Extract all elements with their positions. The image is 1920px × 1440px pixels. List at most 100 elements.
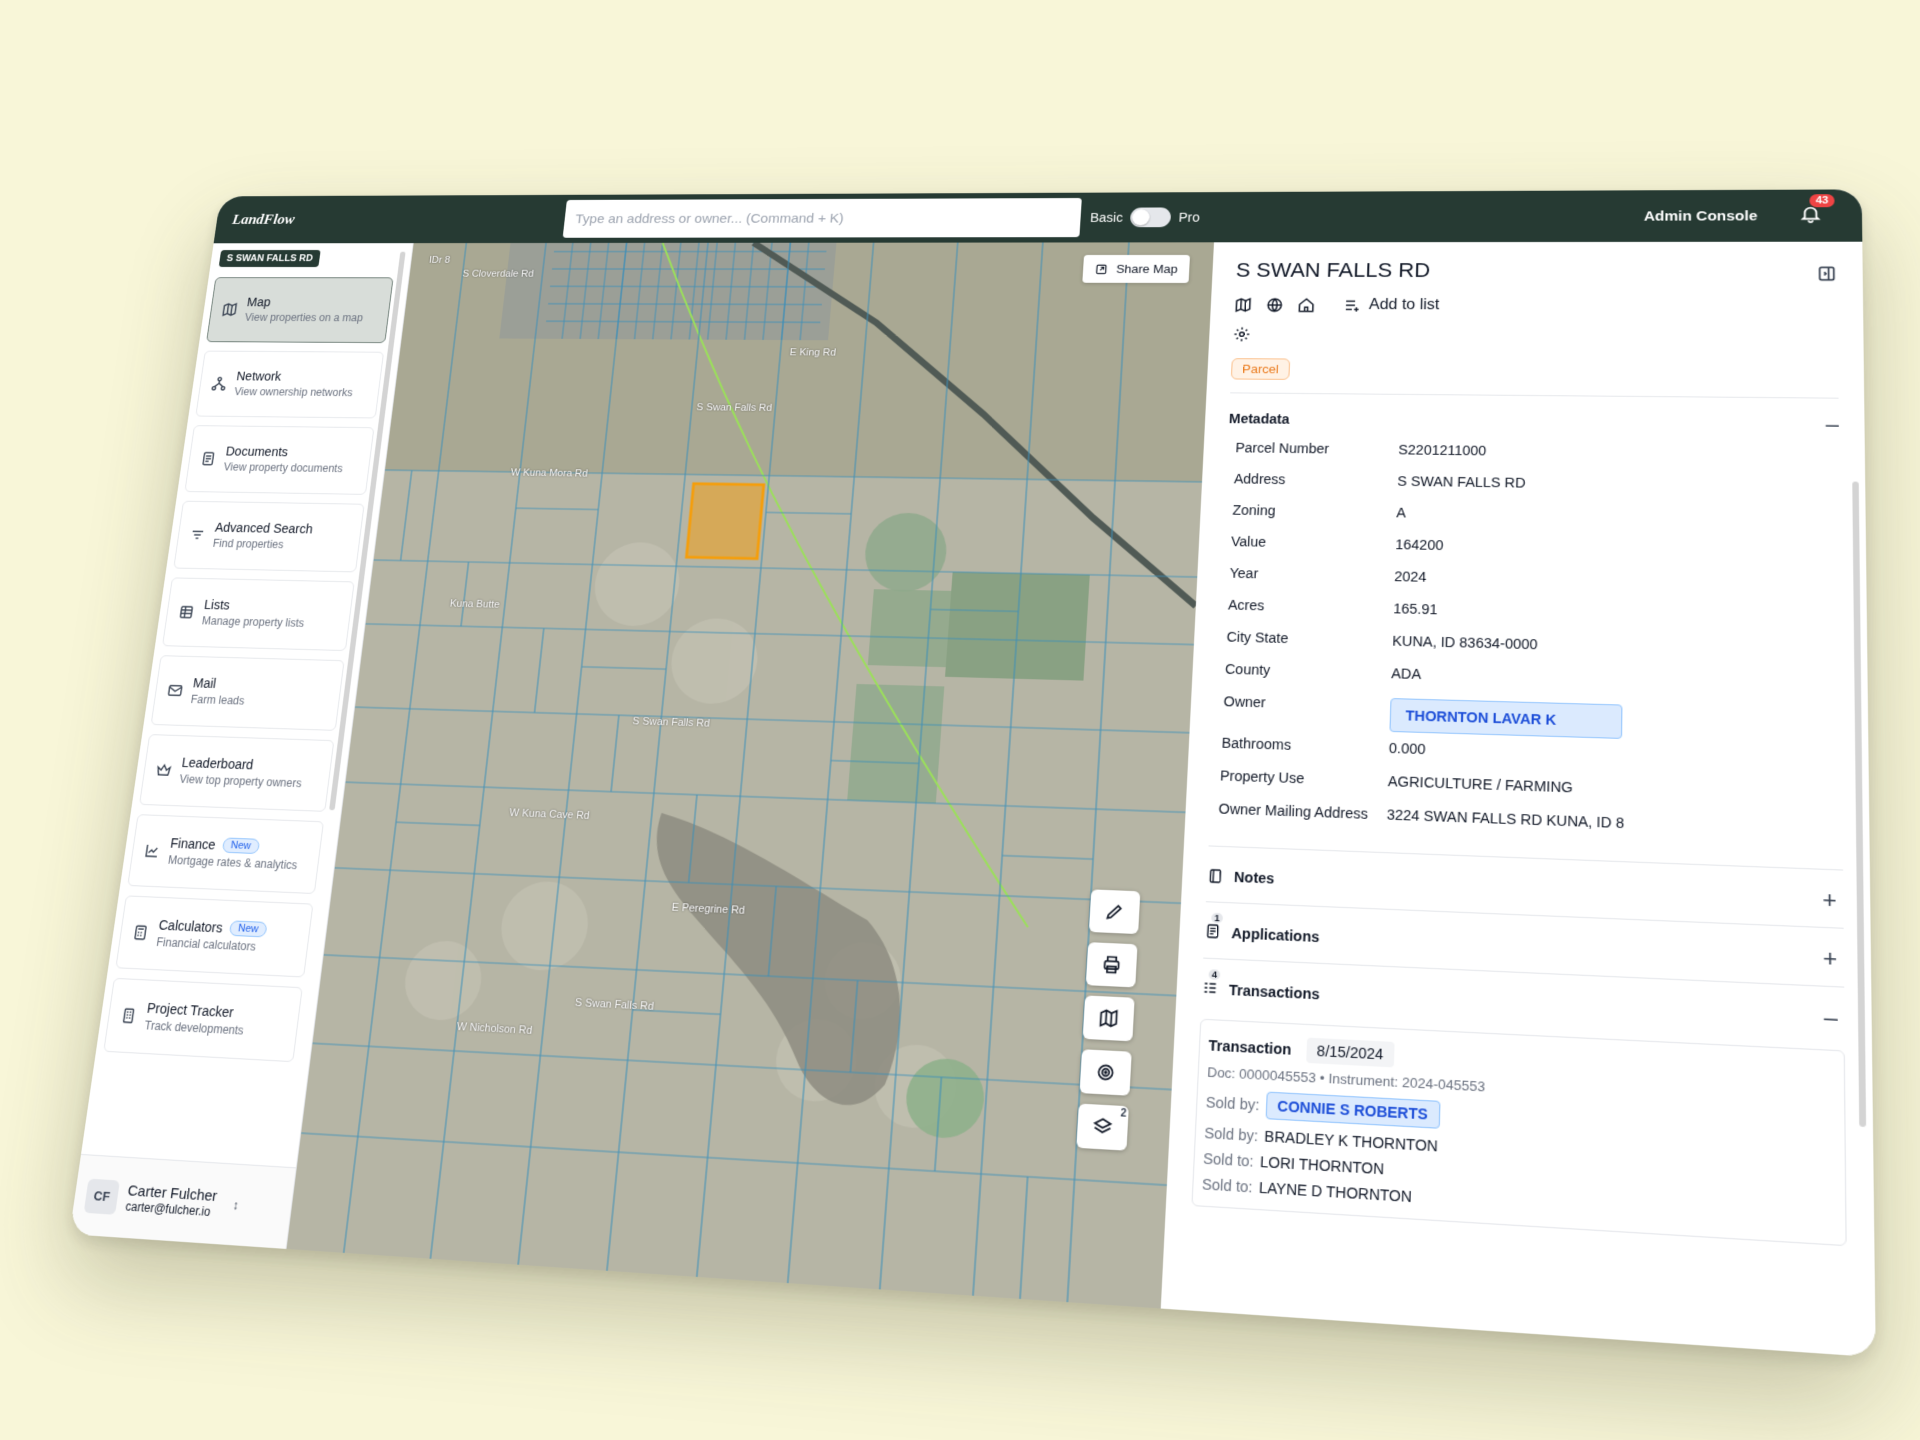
basemap-button[interactable] xyxy=(1083,995,1135,1041)
sidebar-item-subtitle: Find properties xyxy=(212,537,311,552)
notifications-button[interactable]: 43 xyxy=(1799,203,1826,227)
expand-plus-icon[interactable]: + xyxy=(1822,887,1837,915)
add-to-list-label: Add to list xyxy=(1369,297,1440,314)
sidebar-item-documents[interactable]: Documents View property documents xyxy=(184,425,374,495)
sidebar-item-subtitle: Manage property lists xyxy=(201,614,305,630)
parcel-type-badge: Parcel xyxy=(1231,358,1290,380)
sidebar-item-lists[interactable]: Lists Manage property lists xyxy=(162,577,355,651)
scene: LandFlow Basic Pro Admin Console 43 S SW… xyxy=(0,0,1920,1440)
sidebar-item-subtitle: View property documents xyxy=(223,461,344,476)
sidebar-item-finance[interactable]: Finance New Mortgage rates & analytics xyxy=(127,814,324,894)
location-chip[interactable]: S SWAN FALLS RD xyxy=(219,250,321,267)
sidebar-item-title: Mail xyxy=(192,675,248,691)
sidebar-item-subtitle: Financial calculators xyxy=(155,935,265,955)
app-logo[interactable]: LandFlow xyxy=(216,210,566,228)
sidebar-item-title: Finance xyxy=(169,835,216,852)
avatar: CF xyxy=(84,1178,120,1214)
draw-tool-button[interactable] xyxy=(1089,889,1141,934)
sidebar-item-subtitle: View properties on a map xyxy=(244,311,364,324)
transactions-count: 4 xyxy=(1208,969,1220,980)
top-bar: LandFlow Basic Pro Admin Console 43 xyxy=(214,189,1863,243)
sidebar-item-title: Calculators xyxy=(158,917,224,935)
applications-title: 1 Applications xyxy=(1204,922,1320,947)
network-icon xyxy=(210,376,228,392)
panel-scrollbar[interactable] xyxy=(1852,482,1866,1128)
seller-link[interactable]: CONNIE S ROBERTS xyxy=(1265,1092,1440,1129)
sidebar-item-advanced-search[interactable]: Advanced Search Find properties xyxy=(173,501,364,573)
document-icon xyxy=(1204,922,1221,939)
add-to-list-button[interactable]: Add to list xyxy=(1343,297,1440,314)
admin-console-link[interactable]: Admin Console xyxy=(1644,208,1758,224)
sidebar-item-title: Map xyxy=(246,295,366,309)
road-label: S Swan Falls Rd xyxy=(632,716,710,730)
chart-icon xyxy=(143,842,162,860)
metadata-key: Address xyxy=(1226,471,1398,489)
metadata-key: City State xyxy=(1218,629,1392,649)
sidebar-item-calculators[interactable]: Calculators New Financial calculators xyxy=(115,895,313,977)
sidebar-item-subtitle: Mortgage rates & analytics xyxy=(167,853,298,873)
mode-toggle[interactable] xyxy=(1130,207,1172,227)
print-button[interactable] xyxy=(1086,942,1138,987)
expand-plus-icon[interactable]: + xyxy=(1823,945,1838,973)
user-menu[interactable]: CF Carter Fulcher carter@fulcher.io ↕ xyxy=(69,1154,295,1249)
layers-count: 2 xyxy=(1120,1108,1126,1120)
target-icon xyxy=(1095,1061,1117,1083)
share-map-button[interactable]: Share Map xyxy=(1083,255,1190,283)
sidebar-item-subtitle: View top property owners xyxy=(179,772,303,790)
sidebar-item-title: Advanced Search xyxy=(214,520,313,536)
search-box[interactable] xyxy=(563,198,1082,238)
road-label: S Cloverdale Rd xyxy=(462,269,534,279)
seller-name: BRADLEY K THORNTON xyxy=(1264,1128,1438,1155)
mode-basic-label: Basic xyxy=(1090,210,1124,224)
sidebar-item-title: Documents xyxy=(225,444,346,460)
road-label: W Kuna Mora Rd xyxy=(510,467,588,479)
transactions-title: 4 Transactions xyxy=(1201,979,1320,1004)
collapse-panel-icon[interactable] xyxy=(1816,264,1837,283)
collapse-minus-icon[interactable]: – xyxy=(1826,412,1839,437)
list-add-icon xyxy=(1343,297,1362,314)
sidebar-item-subtitle: Track developments xyxy=(144,1019,245,1039)
transactions-icon-wrap: 4 xyxy=(1201,979,1219,999)
sold-by-label: Sold by: xyxy=(1205,1094,1259,1114)
gear-icon[interactable] xyxy=(1233,326,1251,343)
share-map-label: Share Map xyxy=(1116,262,1178,276)
notes-label: Notes xyxy=(1234,869,1275,887)
metadata-table: Parcel Number S2201211000 Address S SWAN… xyxy=(1209,440,1843,857)
pencil-icon xyxy=(1104,901,1126,922)
sidebar-item-network[interactable]: Network View ownership networks xyxy=(195,351,384,419)
mode-pro-label: Pro xyxy=(1178,210,1200,224)
map-view[interactable]: S Cloverdale Rd W Kuna Mora Rd S Swan Fa… xyxy=(287,242,1214,1308)
layers-icon xyxy=(1092,1116,1114,1138)
collapse-minus-icon[interactable]: – xyxy=(1824,1004,1838,1033)
globe-icon[interactable] xyxy=(1265,297,1283,314)
road-label: Kuna Butte xyxy=(449,598,500,610)
road-label: S Swan Falls Rd xyxy=(696,402,773,414)
owner-link[interactable]: THORNTON LAVAR K xyxy=(1389,698,1622,739)
notes-title: Notes xyxy=(1207,868,1275,887)
document-icon xyxy=(199,451,217,467)
transactions-label: Transactions xyxy=(1229,982,1321,1003)
sidebar-item-title-row: Finance New xyxy=(169,835,300,855)
notification-count-badge: 43 xyxy=(1809,194,1834,207)
calculator-icon xyxy=(131,924,150,942)
metadata-section-header[interactable]: Metadata – xyxy=(1228,393,1839,437)
sidebar-item-subtitle: View ownership networks xyxy=(233,385,353,399)
transaction-card: Transaction 8/15/2024 Doc: 0000045553 • … xyxy=(1191,1019,1846,1247)
sidebar-item-leaderboard[interactable]: Leaderboard View top property owners xyxy=(139,734,334,812)
buyer-name: LAYNE D THORNTON xyxy=(1259,1179,1412,1205)
home-icon[interactable] xyxy=(1297,297,1315,314)
metadata-key: Parcel Number xyxy=(1227,440,1398,457)
property-detail-panel: S SWAN FALLS RD Add to list Parcel Metad… xyxy=(1161,242,1876,1358)
applications-label: Applications xyxy=(1231,925,1320,945)
sidebar-item-project-tracker[interactable]: Project Tracker Track developments xyxy=(103,978,302,1062)
sidebar-item-subtitle: Farm leads xyxy=(190,693,245,708)
locate-button[interactable] xyxy=(1079,1049,1131,1096)
sidebar-item-mail[interactable]: Mail Farm leads xyxy=(151,655,345,731)
road-label: IDr 8 xyxy=(428,255,450,265)
layers-button[interactable]: 2 xyxy=(1076,1104,1129,1151)
search-input[interactable] xyxy=(575,210,1070,226)
notebook-icon xyxy=(1207,868,1224,885)
map-icon[interactable] xyxy=(1234,297,1252,313)
sidebar-item-map[interactable]: Map View properties on a map xyxy=(206,277,393,343)
sidebar-item-title-row: Calculators New xyxy=(158,917,268,937)
